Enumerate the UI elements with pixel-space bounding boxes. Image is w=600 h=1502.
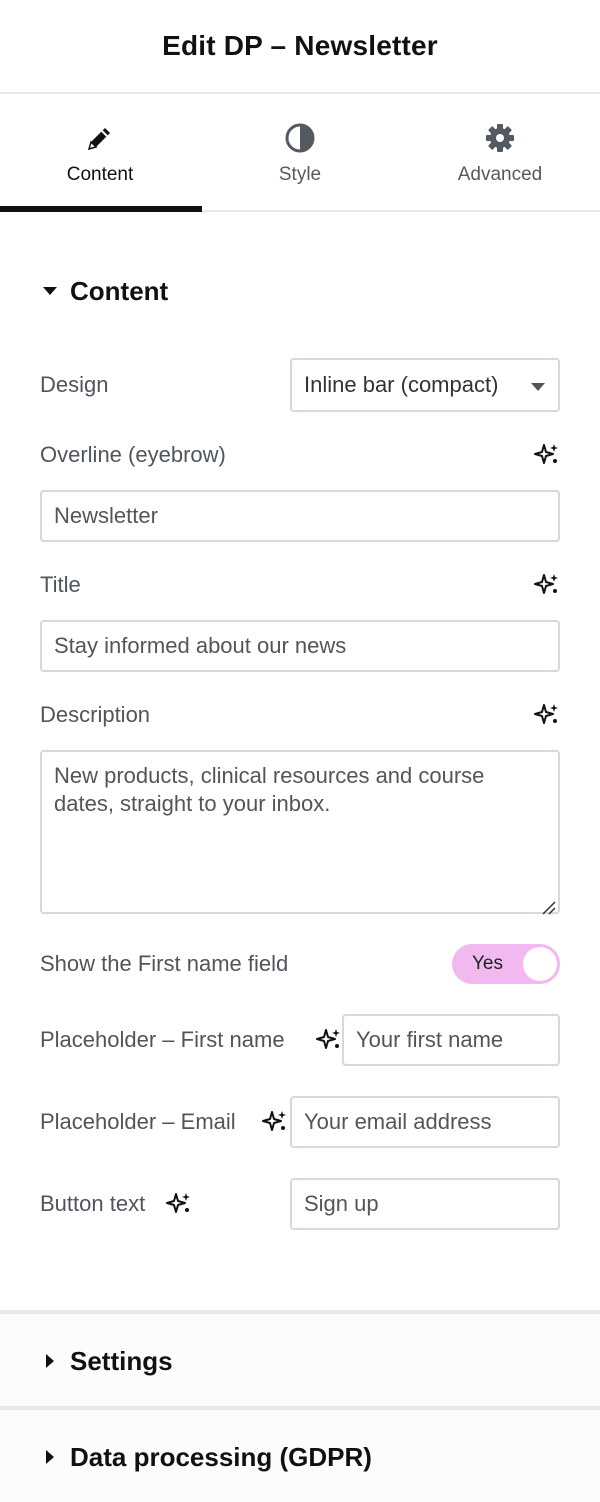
overline-label-row: Overline (eyebrow) <box>40 440 560 470</box>
design-label: Design <box>40 372 109 397</box>
tab-advanced[interactable]: Advanced <box>400 94 600 210</box>
tab-bar: Content Style Advanced <box>0 94 600 212</box>
button-text-input[interactable]: Sign up <box>290 1178 560 1230</box>
description-label-row: Description <box>40 700 560 730</box>
title-row: Stay informed about our news <box>40 620 560 672</box>
tab-label: Style <box>278 164 322 185</box>
settings-section: Settings <box>0 1310 600 1408</box>
placeholder-email-row: Placeholder – Email Your email address <box>40 1096 560 1148</box>
ai-sparkle-icon[interactable] <box>166 1191 192 1217</box>
design-value: Inline bar (compact) <box>304 372 499 397</box>
ai-sparkle-icon[interactable] <box>534 442 560 468</box>
ai-sparkle-icon[interactable] <box>534 702 560 728</box>
title-input[interactable]: Stay informed about our news <box>40 620 560 672</box>
overline-row: Newsletter <box>40 490 560 542</box>
placeholder-email-input[interactable]: Your email address <box>290 1096 560 1148</box>
show-first-name-toggle[interactable]: Yes <box>452 944 560 984</box>
tab-label: Content <box>66 164 134 185</box>
gdpr-section-toggle[interactable]: Data processing (GDPR) <box>0 1410 600 1502</box>
placeholder-email-label: Placeholder – Email <box>40 1109 236 1134</box>
show-first-name-label: Show the First name field <box>40 951 289 976</box>
section-title: Content <box>70 275 169 306</box>
description-textarea[interactable]: New products, clinical resources and cou… <box>40 750 560 915</box>
description-value: New products, clinical resources and cou… <box>54 763 485 816</box>
settings-section-toggle[interactable]: Settings <box>0 1314 600 1408</box>
caret-down-icon <box>40 281 60 301</box>
tab-label: Advanced <box>457 164 543 185</box>
gdpr-section: Data processing (GDPR) <box>0 1406 600 1502</box>
toggle-label: Yes <box>472 953 503 974</box>
show-first-name-row: Show the First name field Yes <box>40 944 560 984</box>
button-text-label: Button text <box>40 1191 146 1216</box>
ai-sparkle-icon[interactable] <box>534 572 560 598</box>
tab-style[interactable]: Style <box>200 94 400 210</box>
section-title: Settings <box>70 1345 173 1376</box>
description-row: New products, clinical resources and cou… <box>40 750 560 915</box>
section-title: Data processing (GDPR) <box>70 1441 372 1472</box>
design-row: Design Inline bar (compact) <box>40 358 560 412</box>
content-section-toggle[interactable]: Content <box>40 272 168 310</box>
chevron-down-icon <box>530 372 546 398</box>
panel-header: Edit DP – Newsletter <box>0 0 600 94</box>
tab-content[interactable]: Content <box>0 94 200 210</box>
pencil-icon <box>84 122 116 154</box>
caret-right-icon <box>40 1447 60 1467</box>
placeholder-first-name-label: Placeholder – First name <box>40 1027 285 1052</box>
active-tab-indicator <box>0 206 202 212</box>
toggle-knob <box>523 947 557 981</box>
gear-icon <box>484 122 516 154</box>
placeholder-first-name-input[interactable]: Your first name <box>342 1014 560 1066</box>
description-label: Description <box>40 702 151 727</box>
title-label-row: Title <box>40 570 560 600</box>
caret-right-icon <box>40 1351 60 1371</box>
title-label: Title <box>40 572 81 597</box>
ai-sparkle-icon[interactable] <box>316 1027 342 1053</box>
page-title: Edit DP – Newsletter <box>162 30 438 61</box>
overline-label: Overline (eyebrow) <box>40 442 226 467</box>
overline-input[interactable]: Newsletter <box>40 490 560 542</box>
half-circle-icon <box>284 122 316 154</box>
resize-handle-icon[interactable] <box>540 894 556 915</box>
placeholder-first-name-row: Placeholder – First name Your first name <box>40 1014 560 1066</box>
ai-sparkle-icon[interactable] <box>262 1109 288 1135</box>
design-select[interactable]: Inline bar (compact) <box>290 358 560 412</box>
button-text-row: Button text Sign up <box>40 1178 560 1230</box>
